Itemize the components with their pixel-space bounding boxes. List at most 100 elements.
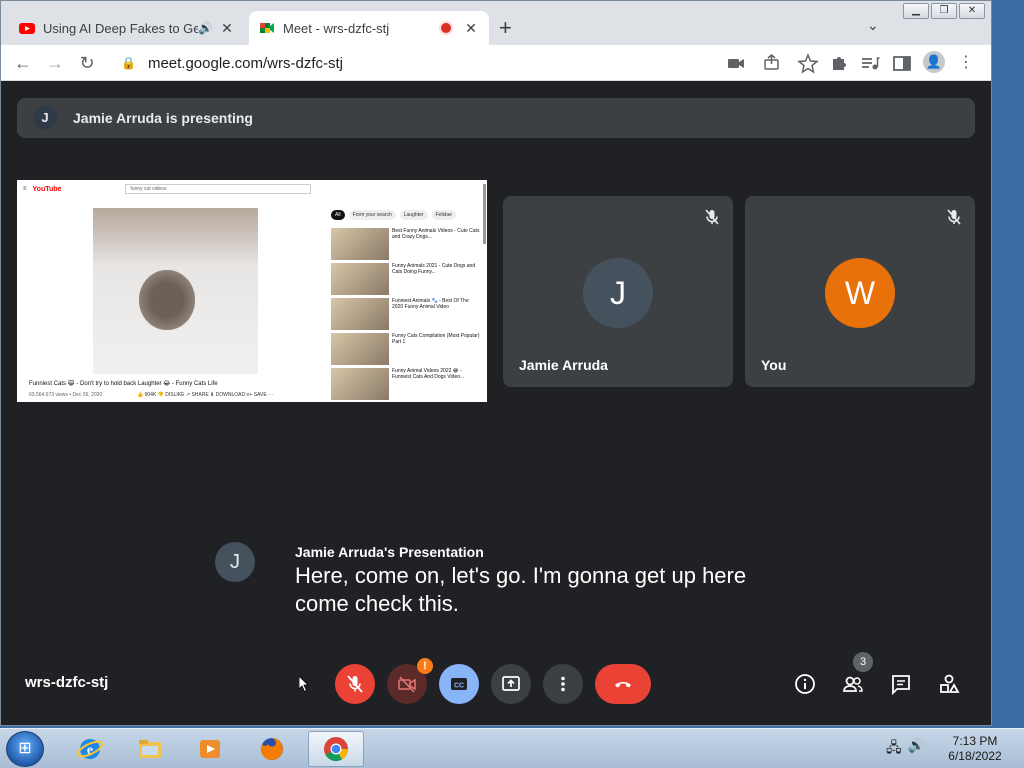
share-icon[interactable]	[761, 51, 783, 75]
chip-bar: All From your search Laughter Felidae	[331, 210, 456, 220]
browser-window: Using AI Deep Fakes to Get R 🔊 ✕ Meet - …	[0, 0, 992, 726]
clock-time: 7:13 PM	[952, 734, 998, 748]
caption-speaker: Jamie Arruda's Presentation	[295, 544, 484, 560]
address-bar[interactable]: 🔒 meet.google.com/wrs-dzfc-stj	[109, 49, 821, 77]
tab-title: Meet - wrs-dzfc-stj	[283, 20, 390, 36]
present-button[interactable]	[491, 664, 531, 704]
hang-up-icon	[615, 682, 631, 688]
list-item: Funny Animals 2021 - Cute Dogs and Cats …	[331, 263, 481, 298]
taskbar-clock[interactable]: 7:13 PM 6/18/2022	[940, 734, 1010, 764]
mic-off-icon	[947, 209, 961, 225]
taskbar-explorer[interactable]	[122, 731, 178, 767]
tab-youtube[interactable]: Using AI Deep Fakes to Get R 🔊 ✕	[9, 11, 245, 45]
youtube-search: funny cat videos	[125, 184, 312, 194]
cat-image	[139, 270, 195, 330]
caption-text: Here, come on, let's go. I'm gonna get u…	[295, 563, 747, 616]
side-panel-icon[interactable]	[891, 51, 913, 75]
related-title: Funny Animal Videos 2022 😂 - Funniest Ca…	[392, 368, 465, 380]
start-button[interactable]: ⊞	[6, 731, 44, 767]
taskbar-media-player[interactable]	[182, 731, 238, 767]
thumbnail	[331, 298, 389, 330]
meeting-details-button[interactable]	[791, 670, 819, 698]
thumbnail	[331, 368, 389, 400]
meet-stage: J Jamie Arruda is presenting ≡ YouTube f…	[1, 82, 991, 725]
captions-button[interactable]: CC	[439, 664, 479, 704]
chat-button[interactable]	[887, 670, 915, 698]
meeting-code: wrs-dzfc-stj	[25, 674, 109, 691]
tab-meet[interactable]: Meet - wrs-dzfc-stj ✕	[249, 11, 489, 45]
related-title: Funny Animals 2021 - Cute Dogs and Cats …	[392, 263, 476, 275]
profile-avatar[interactable]: 👤	[923, 51, 945, 73]
activities-icon	[940, 674, 960, 693]
info-icon	[795, 674, 815, 694]
firefox-icon	[260, 738, 283, 760]
media-player-icon	[200, 740, 220, 758]
close-window-button[interactable]: ✕	[959, 3, 985, 19]
presenting-text: Jamie Arruda is presenting	[73, 110, 253, 126]
forward-icon[interactable]: →	[43, 51, 67, 75]
restore-button[interactable]: ❐	[931, 3, 957, 19]
mic-toggle-button[interactable]	[335, 664, 375, 704]
chip: Felidae	[431, 210, 456, 220]
tab-search-icon[interactable]: ⌄	[867, 17, 879, 34]
thumbnail	[331, 228, 389, 260]
avatar: J	[215, 542, 255, 582]
chrome-menu-icon[interactable]: ⋮	[955, 51, 977, 75]
more-vert-icon	[561, 676, 565, 692]
youtube-logo: YouTube	[32, 185, 62, 193]
participant-name: You	[761, 357, 787, 373]
list-item: Funny Cats Compilation (Most Popular) Pa…	[331, 333, 481, 368]
mic-off-icon	[705, 209, 719, 225]
more-options-button[interactable]	[543, 664, 583, 704]
thumbnail	[331, 263, 389, 295]
present-screen-icon	[502, 676, 520, 691]
svg-text:CC: CC	[454, 683, 464, 690]
video-title: Funniest Cats 😹 - Don't try to hold back…	[29, 381, 218, 387]
tab-title: Using AI Deep Fakes to Get R	[43, 20, 198, 36]
network-icon[interactable]: 🖧	[886, 737, 902, 761]
youtube-icon	[19, 23, 35, 34]
video-meta: 63,564,673 views • Dec 26, 2020	[29, 392, 103, 398]
camera-off-icon	[398, 676, 416, 693]
new-tab-button[interactable]: +	[499, 15, 512, 41]
taskbar-firefox[interactable]	[244, 731, 300, 767]
minimize-button[interactable]: ▁	[903, 3, 929, 19]
close-tab-icon[interactable]: ✕	[463, 20, 479, 37]
chip: All	[331, 210, 345, 220]
taskbar-ie[interactable]: e	[62, 731, 118, 767]
activities-button[interactable]	[935, 670, 963, 698]
avatar: W	[825, 258, 895, 328]
video-actions: 👍 904K 👎 DISLIKE ↗ SHARE ⬇ DOWNLOAD ≡+ S…	[137, 392, 274, 398]
closed-captions-icon: CC	[451, 678, 467, 690]
avatar: J	[583, 258, 653, 328]
participant-tile-you[interactable]: W You	[745, 196, 975, 387]
back-icon[interactable]: ←	[11, 51, 35, 75]
participant-tile-jamie[interactable]: J Jamie Arruda	[503, 196, 733, 387]
mouse-cursor-icon	[299, 676, 309, 692]
bookmark-star-icon[interactable]	[797, 51, 819, 75]
people-button[interactable]	[839, 670, 867, 698]
mic-off-icon	[347, 675, 363, 693]
window-controls: ▁ ❐ ✕	[903, 3, 985, 19]
related-title: Best Funny Animals Videos - Cute Cats an…	[392, 228, 480, 240]
people-icon	[843, 676, 863, 692]
camera-icon[interactable]	[725, 51, 747, 75]
lock-icon[interactable]: 🔒	[121, 56, 136, 70]
volume-icon[interactable]: 🔊	[908, 737, 925, 761]
extensions-icon[interactable]	[827, 51, 849, 75]
system-tray: 🖧 🔊	[886, 737, 925, 761]
close-tab-icon[interactable]: ✕	[219, 20, 235, 37]
leave-call-button[interactable]	[595, 664, 651, 704]
taskbar-chrome[interactable]	[308, 731, 364, 767]
chrome-icon	[324, 737, 348, 762]
list-item: Best Funny Animals Videos - Cute Cats an…	[331, 228, 481, 263]
speaker-icon[interactable]: 🔊	[198, 21, 213, 35]
omnibox-icons	[725, 51, 819, 75]
presentation-tile[interactable]: ≡ YouTube funny cat videos All From your…	[17, 180, 487, 402]
camera-toggle-button[interactable]: !	[387, 658, 433, 704]
related-title: Funny Cats Compilation (Most Popular) Pa…	[392, 333, 480, 345]
reload-icon[interactable]: ↻	[75, 51, 99, 75]
list-item: Funny Animal Videos 2022 😂 - Funniest Ca…	[331, 368, 481, 402]
media-control-icon[interactable]	[859, 51, 881, 75]
related-videos: Best Funny Animals Videos - Cute Cats an…	[331, 228, 481, 402]
